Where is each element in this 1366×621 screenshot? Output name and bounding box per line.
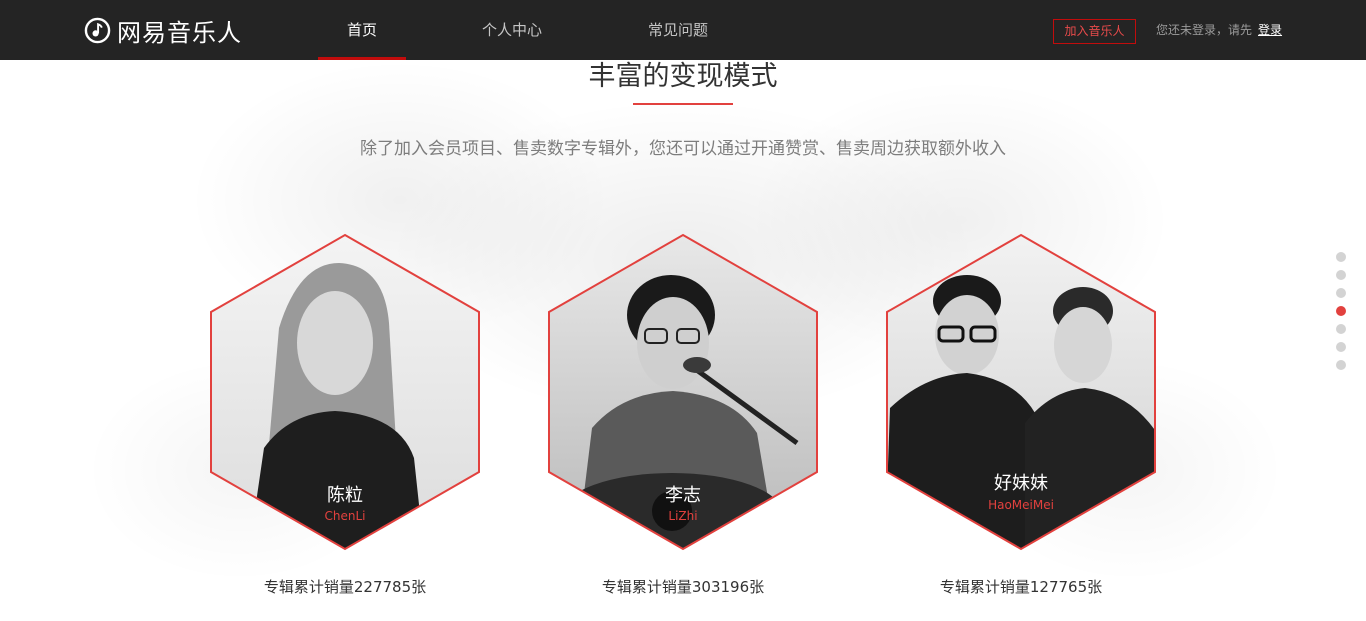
artist-card-haomeimei[interactable]: 好妹妹 HaoMeiMei xyxy=(885,233,1157,551)
pager-dot[interactable] xyxy=(1336,360,1346,370)
nav-home[interactable]: 首页 xyxy=(318,0,406,60)
artist-card-lizhi[interactable]: 李志 LiZhi xyxy=(547,233,819,551)
pager-dot[interactable] xyxy=(1336,288,1346,298)
logo-text: 网易音乐人 xyxy=(117,18,242,47)
artist-sales: 专辑累计销量303196张 xyxy=(601,578,765,596)
section-pager xyxy=(1336,252,1346,370)
login-area: 您还未登录，请先 登录 xyxy=(1156,21,1282,38)
music-note-icon xyxy=(84,17,111,43)
artist-card-chenli[interactable]: 陈粒 ChenLi xyxy=(209,233,481,551)
artist-name: 好妹妹 xyxy=(994,473,1048,494)
section-subtitle: 除了加入会员项目、售卖数字专辑外，您还可以通过开通赞赏、售卖周边获取额外收入 xyxy=(360,139,1006,159)
artist-name: 陈粒 xyxy=(327,485,363,506)
artist-name: 李志 xyxy=(665,485,701,506)
pager-dot[interactable] xyxy=(1336,342,1346,352)
join-musician-button[interactable]: 加入音乐人 xyxy=(1053,19,1136,44)
pager-dot-active[interactable] xyxy=(1336,306,1346,316)
nav-faq[interactable]: 常见问题 xyxy=(618,0,738,60)
login-link[interactable]: 登录 xyxy=(1258,21,1282,38)
artist-pinyin: LiZhi xyxy=(668,509,698,523)
top-nav-bar: 网易音乐人 首页 个人中心 常见问题 加入音乐人 您还未登录，请先 登录 xyxy=(0,0,1366,60)
nav-personal-center[interactable]: 个人中心 xyxy=(406,0,618,60)
main-nav: 首页 个人中心 常见问题 xyxy=(318,0,738,60)
artist-pinyin: ChenLi xyxy=(324,509,366,523)
logo[interactable]: 网易音乐人 xyxy=(84,14,242,47)
login-prompt: 您还未登录，请先 xyxy=(1156,23,1253,37)
artist-sales: 专辑累计销量127765张 xyxy=(939,578,1103,596)
pager-dot[interactable] xyxy=(1336,252,1346,262)
artist-pinyin: HaoMeiMei xyxy=(988,498,1054,512)
title-divider xyxy=(633,103,733,105)
artist-sales: 专辑累计销量227785张 xyxy=(263,578,427,596)
pager-dot[interactable] xyxy=(1336,324,1346,334)
pager-dot[interactable] xyxy=(1336,270,1346,280)
